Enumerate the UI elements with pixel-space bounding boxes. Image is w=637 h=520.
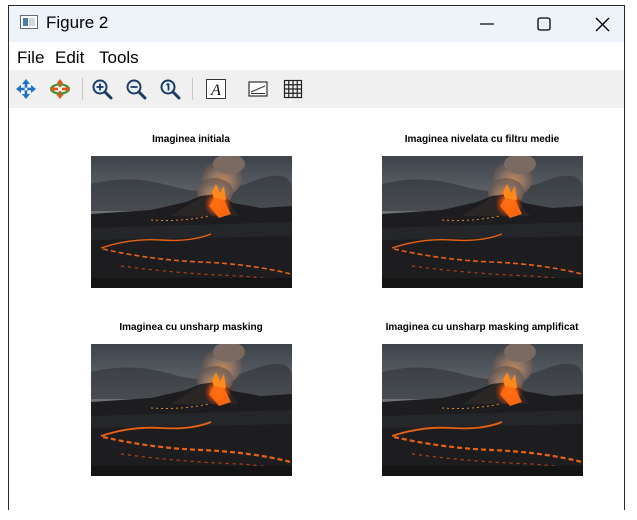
menu-edit[interactable]: Edit [55,48,84,68]
pan-icon [16,79,36,99]
rotate-button[interactable] [47,76,73,102]
minimize-button[interactable] [464,6,510,42]
maximize-button[interactable] [521,6,567,42]
toolbar-separator [192,78,193,100]
pan-button[interactable] [13,76,39,102]
menu-file[interactable]: File [17,48,44,68]
window-title: Figure 2 [46,13,109,32]
menu-tools[interactable]: Tools [99,48,139,68]
zoom-reset-button[interactable] [157,76,183,102]
zoom-out-button[interactable] [123,76,149,102]
zoom-reset-icon [160,79,181,100]
zoom-out-icon [126,79,147,100]
volcano-image-unsharp[interactable] [91,344,292,476]
subplot-title: Imaginea cu unsharp masking [119,322,263,333]
close-button[interactable] [579,6,625,42]
subplot-title: Imaginea initiala [152,134,230,145]
zoom-in-button[interactable] [89,76,115,102]
minimize-icon [480,23,494,25]
svg-text:A: A [210,82,221,99]
menu-bar: File Edit Tools [9,42,624,70]
grid-icon [283,79,303,99]
maximize-icon [537,17,551,31]
figure-window: Figure 2 File Edit Tools A Imaginea init… [8,5,625,510]
insert-text-button[interactable]: A [203,76,229,102]
close-icon [595,17,609,31]
volcano-image-unsharp-amplified[interactable] [382,344,583,476]
insert-text-icon: A [206,79,226,99]
figure-canvas[interactable]: Imaginea initiala Imaginea nivelata cu f… [9,108,624,510]
volcano-image-original[interactable] [91,156,292,288]
rotate-icon [50,79,70,99]
figure-app-icon [20,15,38,29]
toolbar-separator [82,78,83,100]
grid-button[interactable] [280,76,306,102]
zoom-in-icon [92,79,113,100]
insert-legend-button[interactable] [245,76,271,102]
subplot-title: Imaginea nivelata cu filtru medie [404,134,560,145]
volcano-image-mean-filtered[interactable] [382,156,583,288]
insert-legend-icon [248,81,268,97]
subplot-title: Imaginea cu unsharp masking amplificat [385,322,579,333]
figure-toolbar: A [9,70,624,108]
title-bar[interactable]: Figure 2 [9,6,624,42]
